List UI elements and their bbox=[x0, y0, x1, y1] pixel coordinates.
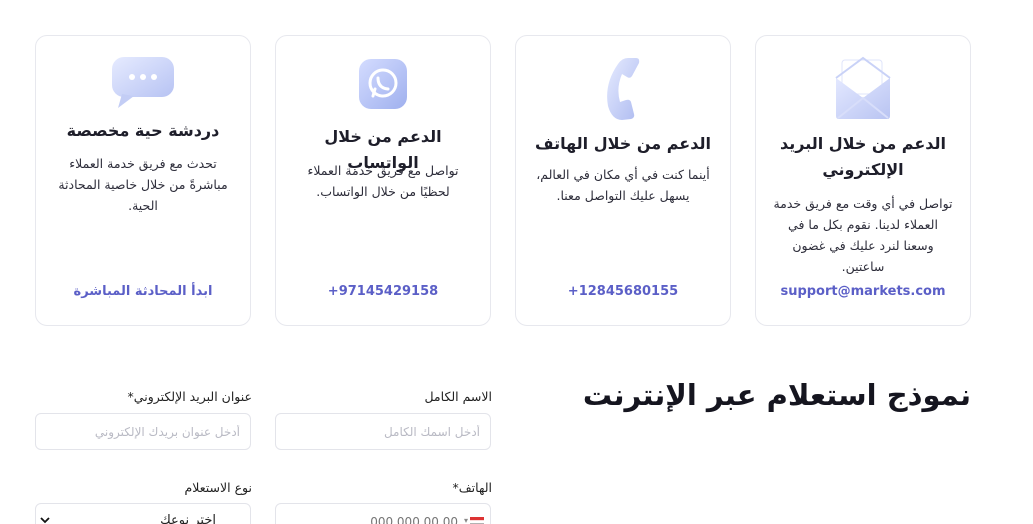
phone-input[interactable] bbox=[308, 510, 458, 524]
chevron-down-icon bbox=[40, 514, 50, 524]
card-title: دردشة حية مخصصة bbox=[66, 121, 220, 140]
email-input[interactable] bbox=[35, 413, 251, 450]
card-description: أينما كنت في أي مكان في العالم، يسهل علي… bbox=[536, 167, 710, 203]
phone-icon bbox=[598, 54, 648, 126]
envelope-icon bbox=[832, 54, 894, 126]
contact-page: الدعم من خلال البريد الإلكتروني تواصل في… bbox=[0, 0, 1033, 524]
phone-link[interactable]: +12845680155 bbox=[524, 284, 722, 299]
phone-support-card: الدعم من خلال الهاتف أينما كنت في أي مكا… bbox=[515, 35, 731, 326]
card-title: الدعم من خلال الهاتف bbox=[535, 134, 711, 153]
email-support-card: الدعم من خلال البريد الإلكتروني تواصل في… bbox=[755, 35, 971, 326]
card-description: تواصل في أي وقت مع فريق خدمة العملاء لدي… bbox=[773, 196, 953, 274]
full-name-input[interactable] bbox=[275, 413, 491, 450]
whatsapp-icon bbox=[356, 56, 410, 118]
card-description: تحدث مع فريق خدمة العملاء مباشرةً من خلا… bbox=[58, 156, 228, 213]
selected-value: اختر نوعك bbox=[160, 513, 216, 524]
email-label: عنوان البريد الإلكتروني* bbox=[127, 389, 252, 404]
chat-bubble-icon bbox=[108, 54, 178, 114]
phone-label: الهاتف* bbox=[452, 480, 492, 495]
flag-icon[interactable] bbox=[470, 516, 484, 524]
card-description: تواصل مع فريق خدمة العملاء لحظيًا من خلا… bbox=[307, 163, 459, 199]
card-title: الدعم من خلال البريد الإلكتروني bbox=[779, 134, 946, 179]
start-live-chat-link[interactable]: ابدأ المحادثة المباشرة bbox=[44, 284, 242, 299]
phone-field[interactable]: ▾ bbox=[275, 503, 491, 524]
full-name-label: الاسم الكامل bbox=[424, 389, 492, 404]
inquiry-type-label: نوع الاستعلام bbox=[184, 480, 252, 495]
whatsapp-link[interactable]: +97145429158 bbox=[284, 284, 482, 299]
chevron-down-icon[interactable]: ▾ bbox=[464, 516, 468, 524]
form-title: نموذج استعلام عبر الإنترنت bbox=[582, 378, 971, 412]
live-chat-card: دردشة حية مخصصة تحدث مع فريق خدمة العملا… bbox=[35, 35, 251, 326]
whatsapp-support-card: الدعم من خلال الواتساب تواصل مع فريق خدم… bbox=[275, 35, 491, 326]
email-link[interactable]: support@markets.com bbox=[764, 284, 962, 299]
inquiry-type-select[interactable]: اختر نوعك bbox=[35, 503, 251, 524]
